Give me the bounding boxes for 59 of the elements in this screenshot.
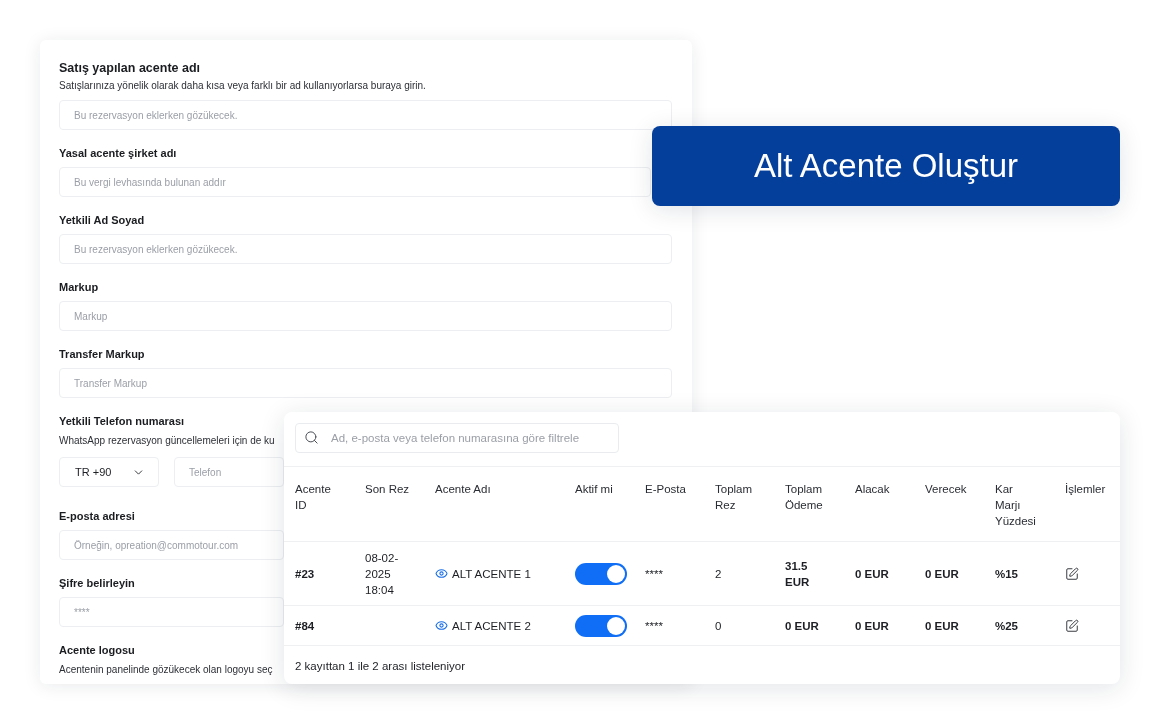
field-label: Yasal acente şirket adı xyxy=(59,146,177,161)
field-label: Transfer Markup xyxy=(59,347,145,362)
column-header: Alacak xyxy=(855,482,890,497)
table-cell-text: 0 EUR xyxy=(855,618,889,634)
search-field[interactable]: Ad, e-posta veya telefon numarasına göre filtrele xyxy=(295,423,619,453)
country-code-select[interactable]: TR +90 xyxy=(59,457,159,487)
field-label: Yetkili Ad Soyad xyxy=(59,213,145,228)
eye-icon xyxy=(435,567,448,580)
text-field[interactable]: Bu rezervasyon eklerken gözükecek. xyxy=(59,100,672,130)
text-field[interactable]: Markup xyxy=(59,301,672,331)
active-toggle[interactable] xyxy=(575,614,627,637)
column-header: Acente Adı xyxy=(435,482,491,497)
table-cell-text: #84 xyxy=(295,618,315,634)
field-hint: Acentenin panelinde gözükecek olan logoyu seç xyxy=(59,663,273,677)
field-label: Markup xyxy=(59,280,99,295)
field-label: Yetkili Telefon numarası xyxy=(59,414,185,429)
text-field[interactable]: Bu vergi levhasında bulunan addır xyxy=(59,167,651,197)
table-cell-text: 2 xyxy=(715,566,722,582)
field-label: E-posta adresi xyxy=(59,509,135,524)
search-icon xyxy=(304,430,319,445)
table-cell-text: 0 EUR xyxy=(925,618,959,634)
column-header: Kar Marjı Yüzdesi xyxy=(995,482,1037,529)
table-cell-text: 0 EUR xyxy=(855,566,889,582)
table-cell-text: 0 xyxy=(715,618,722,634)
text-field[interactable]: Örneğin, opreation@commotour.com xyxy=(59,530,284,560)
column-header: İşlemler xyxy=(1065,482,1106,497)
agency-name-link[interactable]: ALT ACENTE 2 xyxy=(452,617,531,634)
column-header: Toplam Rez xyxy=(715,482,754,513)
phone-field[interactable]: Telefon xyxy=(174,457,284,487)
column-header: Aktif mi xyxy=(575,482,613,497)
edit-icon[interactable] xyxy=(1065,566,1079,581)
field-label: Acente logosu xyxy=(59,643,135,658)
column-header: Toplam Ödeme xyxy=(785,482,824,513)
agency-name-link[interactable]: ALT ACENTE 1 xyxy=(452,565,531,582)
field-label: Satış yapılan acente adı xyxy=(59,60,201,77)
column-header: Acente ID xyxy=(295,482,332,513)
field-label: Şifre belirleyin xyxy=(59,576,135,591)
edit-icon[interactable] xyxy=(1065,618,1079,633)
table-cell-text: **** xyxy=(645,618,663,634)
create-button[interactable]: Alt Acente Oluştur xyxy=(652,126,1120,206)
column-header: Verecek xyxy=(925,482,967,497)
field-hint: WhatsApp rezervasyon güncellemeleri için de ku xyxy=(59,434,275,448)
table-cell-text: %15 xyxy=(995,566,1019,582)
column-header: Son Rez xyxy=(365,482,410,497)
text-field[interactable]: **** xyxy=(59,597,284,627)
column-header: E-Posta xyxy=(645,482,686,497)
table-cell-text: 0 EUR xyxy=(785,618,819,634)
table-cell-text: #23 xyxy=(295,566,315,582)
eye-icon xyxy=(435,619,448,632)
text-field[interactable]: Transfer Markup xyxy=(59,368,672,398)
table-cell-text: 0 EUR xyxy=(925,566,959,582)
pagination-info: 2 kayıttan 1 ile 2 arası listeleniyor xyxy=(294,659,467,674)
text-field[interactable]: Bu rezervasyon eklerken gözükecek. xyxy=(59,234,672,264)
active-toggle[interactable] xyxy=(575,562,627,585)
table-cell-text: **** xyxy=(645,566,663,582)
table-cell-text: %25 xyxy=(995,618,1019,634)
table-cell-text: 08-02-2025 18:04 xyxy=(365,550,400,598)
table-cell-text: 31.5 EUR xyxy=(785,558,811,590)
field-hint: Satışlarınıza yönelik olarak daha kısa veya farklı bir ad kullanıyorlarsa buraya girin. xyxy=(59,79,426,93)
